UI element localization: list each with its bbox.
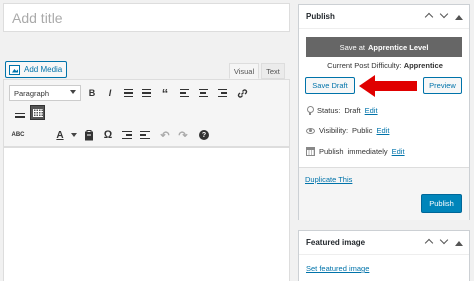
collapse-icon[interactable]	[455, 238, 464, 247]
help-icon: ?	[199, 130, 209, 140]
publish-box: Publish Save at Apprentice Level Current…	[298, 4, 470, 220]
difficulty-label: Current Post Difficulty:	[327, 61, 402, 70]
save-level-name: Apprentice Level	[368, 42, 429, 52]
save-draft-button[interactable]: Save Draft	[305, 77, 355, 94]
format-select-value: Paragraph	[14, 89, 50, 98]
align-center-icon	[198, 88, 208, 98]
visibility-label: Visibility:	[319, 126, 349, 135]
status-row: Status: Draft Edit	[306, 106, 378, 115]
featured-image-title: Featured image	[306, 238, 366, 247]
editor-toolbar: Paragraph B I “ ABC A Ω ↶ ↷ ?	[3, 79, 290, 147]
add-media-button[interactable]: Add Media	[5, 61, 68, 78]
save-level-prefix: Save at	[339, 42, 365, 52]
tab-visual[interactable]: Visual	[229, 63, 259, 79]
align-left-button[interactable]	[176, 85, 192, 101]
move-up-icon[interactable]	[425, 238, 434, 247]
move-down-icon[interactable]	[440, 238, 449, 247]
special-character-button[interactable]: Ω	[100, 127, 116, 143]
chevron-down-icon	[71, 133, 77, 137]
tab-text[interactable]: Text	[261, 63, 285, 79]
publish-button[interactable]: Publish	[421, 194, 462, 213]
insert-link-button[interactable]	[234, 85, 250, 101]
link-icon	[237, 88, 247, 98]
horizontal-line-icon	[15, 112, 25, 118]
align-right-icon	[217, 88, 227, 98]
align-center-button[interactable]	[195, 85, 211, 101]
chevron-down-icon	[70, 90, 76, 94]
edit-status-link[interactable]: Edit	[365, 106, 378, 115]
set-featured-image-link[interactable]: Set featured image	[306, 264, 369, 273]
red-arrow-annotation	[359, 75, 417, 97]
horizontal-line-button[interactable]	[12, 107, 28, 123]
publish-box-header: Publish	[299, 5, 469, 29]
italic-button[interactable]: I	[102, 85, 118, 101]
featured-image-box: Featured image Set featured image	[298, 230, 470, 281]
help-button[interactable]: ?	[196, 127, 212, 143]
bulleted-list-icon	[123, 88, 133, 98]
post-difficulty: Current Post Difficulty: Apprentice	[299, 61, 471, 70]
indent-icon	[122, 130, 132, 140]
keyboard-icon	[32, 108, 43, 117]
text-color-dropdown[interactable]	[66, 127, 82, 143]
preview-button[interactable]: Preview	[423, 77, 462, 94]
post-title-input[interactable]: Add title	[3, 3, 290, 32]
paste-text-button[interactable]	[81, 127, 97, 143]
publish-box-title: Publish	[306, 12, 335, 21]
calendar-icon	[306, 147, 315, 156]
numbered-list-icon	[141, 88, 151, 98]
collapse-icon[interactable]	[455, 12, 464, 21]
align-right-button[interactable]	[214, 85, 230, 101]
status-label: Status:	[317, 106, 341, 115]
align-left-icon	[179, 88, 189, 98]
edit-publish-time-link[interactable]: Edit	[392, 147, 405, 156]
publish-time-value: immediately	[347, 147, 388, 156]
outdent-icon	[140, 130, 150, 140]
indent-button[interactable]	[119, 127, 135, 143]
move-down-icon[interactable]	[440, 12, 449, 21]
bulleted-list-button[interactable]	[120, 85, 136, 101]
toolbar-toggle-button[interactable]	[30, 105, 45, 120]
undo-button[interactable]: ↶	[157, 127, 173, 143]
status-value: Draft	[344, 106, 361, 115]
edit-visibility-link[interactable]: Edit	[376, 126, 389, 135]
publish-time-label: Publish	[319, 147, 344, 156]
move-up-icon[interactable]	[425, 12, 434, 21]
pin-icon	[306, 106, 314, 115]
duplicate-link[interactable]: Duplicate This	[305, 175, 352, 184]
redo-button[interactable]: ↷	[175, 127, 191, 143]
publish-time-row: Publish immediately Edit	[306, 147, 405, 156]
bold-button[interactable]: B	[84, 85, 100, 101]
editor-content-area[interactable]	[3, 147, 290, 281]
publish-actions: Duplicate This Publish	[299, 167, 469, 220]
save-level-button[interactable]: Save at Apprentice Level	[306, 37, 462, 57]
outdent-button[interactable]	[137, 127, 153, 143]
media-icon	[9, 64, 20, 75]
featured-image-header: Featured image	[299, 231, 469, 255]
difficulty-value: Apprentice	[403, 61, 443, 70]
strikethrough-button[interactable]: ABC	[10, 127, 26, 143]
format-select[interactable]: Paragraph	[9, 85, 81, 101]
visibility-row: Visibility: Public Edit	[306, 126, 389, 135]
blockquote-button[interactable]: “	[157, 85, 173, 101]
add-media-label: Add Media	[24, 65, 63, 74]
clipboard-icon	[85, 129, 93, 140]
eye-icon	[306, 127, 315, 134]
visibility-value: Public	[352, 126, 373, 135]
numbered-list-button[interactable]	[138, 85, 154, 101]
